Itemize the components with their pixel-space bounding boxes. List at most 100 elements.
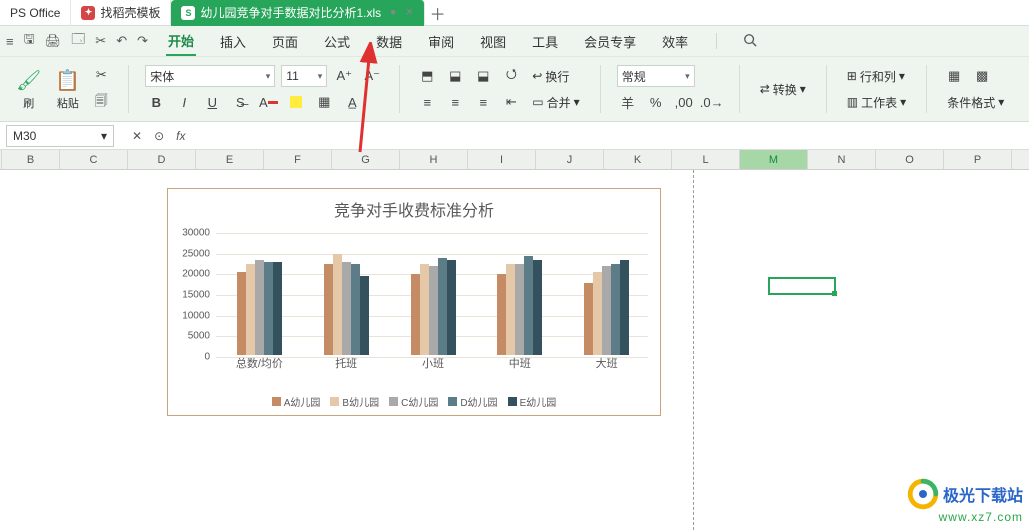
menu-icon[interactable]: ≡ xyxy=(6,34,14,49)
indent-icon[interactable]: ⇤ xyxy=(500,91,522,113)
align-right-icon[interactable]: ≡ xyxy=(472,91,494,113)
column-header[interactable]: M xyxy=(740,150,808,169)
ribbon-tab-review[interactable]: 审阅 xyxy=(426,28,456,55)
ribbon-tab-data[interactable]: 数据 xyxy=(374,28,404,55)
increase-font-icon[interactable]: A⁺ xyxy=(333,65,355,87)
separator xyxy=(739,65,740,113)
align-left-icon[interactable]: ≡ xyxy=(416,91,438,113)
align-top-icon[interactable]: ⬒ xyxy=(416,65,438,87)
print-icon[interactable]: 🖨 xyxy=(45,33,62,49)
align-bottom-icon[interactable]: ⬓ xyxy=(472,65,494,87)
fx-icon[interactable]: fx xyxy=(176,129,185,143)
ribbon-tab-view[interactable]: 视图 xyxy=(478,28,508,55)
column-header[interactable]: N xyxy=(808,150,876,169)
column-header[interactable]: K xyxy=(604,150,672,169)
scissors-icon[interactable]: ✂ xyxy=(90,64,112,86)
border-button[interactable]: ▦ xyxy=(313,91,335,113)
merge-button[interactable]: ▭ 合并▾ xyxy=(528,91,583,113)
copy-icon[interactable]: 🗐 xyxy=(90,92,112,114)
column-header[interactable]: I xyxy=(468,150,536,169)
cell-style-icon[interactable]: ▩ xyxy=(971,65,993,87)
save-icon[interactable]: 🖫 xyxy=(24,30,35,52)
column-header[interactable]: J xyxy=(536,150,604,169)
ribbon-tab-tools[interactable]: 工具 xyxy=(530,28,560,55)
ribbon-tab-insert[interactable]: 插入 xyxy=(218,28,248,55)
italic-button[interactable]: I xyxy=(173,91,195,113)
chart-bar xyxy=(351,264,360,355)
column-header[interactable]: D xyxy=(128,150,196,169)
embedded-chart[interactable]: 竞争对手收费标准分析 05000100001500020000250003000… xyxy=(167,188,661,416)
close-icon[interactable]: ✕ xyxy=(401,7,413,18)
chart-bar xyxy=(447,260,456,355)
brush-icon: 🖌 xyxy=(16,68,41,93)
currency-button[interactable]: 羊 xyxy=(617,91,639,113)
highlight-button[interactable] xyxy=(285,91,307,113)
ribbon-tab-efficiency[interactable]: 效率 xyxy=(660,28,690,55)
column-header[interactable]: H xyxy=(400,150,468,169)
chart-x-label: 大班 xyxy=(596,355,618,371)
new-tab-button[interactable]: ＋ xyxy=(425,1,451,25)
conditional-format-button[interactable]: 条件格式▾ xyxy=(943,91,1008,113)
chart-bar xyxy=(506,264,515,355)
paste-button[interactable]: 📋 粘贴 xyxy=(51,68,84,111)
chart-bar xyxy=(420,264,429,355)
chart-bar xyxy=(593,272,602,355)
ribbon-tab-start[interactable]: 开始 xyxy=(166,27,196,56)
comma-button[interactable]: ,00 xyxy=(673,91,695,113)
column-header[interactable]: F xyxy=(264,150,332,169)
font-size-select[interactable]: 11▾ xyxy=(281,65,327,87)
ribbon-tab-member[interactable]: 会员专享 xyxy=(582,28,638,55)
column-header[interactable]: P xyxy=(944,150,1012,169)
align-center-icon[interactable]: ≡ xyxy=(444,91,466,113)
format-painter-button[interactable]: 🖌 刷 xyxy=(12,68,45,111)
active-cell[interactable] xyxy=(768,277,836,295)
group-align: ⬒ ⬓ ⬓ ⭯ ↩ 换行 ≡ ≡ ≡ ⇤ ▭ 合并▾ xyxy=(408,61,591,117)
cancel-icon[interactable]: ✕ xyxy=(132,129,142,143)
bold-button[interactable]: B xyxy=(145,91,167,113)
font-color-button[interactable]: A xyxy=(257,91,279,113)
fill-color-button[interactable]: A̲ xyxy=(341,91,363,113)
number-format-select[interactable]: 常规▾ xyxy=(617,65,695,87)
column-header[interactable]: B xyxy=(2,150,60,169)
chart-bar xyxy=(324,264,333,355)
align-middle-icon[interactable]: ⬓ xyxy=(444,65,466,87)
convert-button[interactable]: ⇄ 转换▾ xyxy=(756,78,810,100)
wrap-text-button[interactable]: ↩ 换行 xyxy=(528,65,573,87)
percent-button[interactable]: % xyxy=(645,91,667,113)
column-header[interactable]: L xyxy=(672,150,740,169)
column-header[interactable]: G xyxy=(332,150,400,169)
orientation-icon[interactable]: ⭯ xyxy=(500,65,522,87)
chart-legend: A幼儿园B幼儿园C幼儿园D幼儿园E幼儿园 xyxy=(168,394,660,409)
tab-active-file[interactable]: S 幼儿园竞争对手数据对比分析1.xls ● ✕ xyxy=(171,0,424,26)
chart-bar xyxy=(620,260,629,355)
preview-icon[interactable]: 🗔 xyxy=(71,30,85,52)
tab-template[interactable]: ✦ 找稻壳模板 xyxy=(71,0,171,26)
name-box[interactable]: M30 ▾ xyxy=(6,125,114,147)
group-font: 宋体▾ 11▾ A⁺ A⁻ B I U S̶ A ▦ A̲ xyxy=(137,61,391,117)
column-header[interactable]: O xyxy=(876,150,944,169)
chart-bar xyxy=(584,283,593,355)
rowcol-button[interactable]: ⊞ 行和列▾ xyxy=(843,65,910,87)
ribbon-tab-formula[interactable]: 公式 xyxy=(322,28,352,55)
zoom-icon[interactable]: ⊙ xyxy=(154,129,164,143)
cut-icon[interactable]: ✂ xyxy=(95,33,106,49)
tab-label: 幼儿园竞争对手数据对比分析1.xls xyxy=(200,4,381,21)
font-name-select[interactable]: 宋体▾ xyxy=(145,65,275,87)
tab-wps-office[interactable]: PS Office xyxy=(0,0,71,26)
search-icon[interactable] xyxy=(743,33,797,50)
undo-icon[interactable]: ↶ xyxy=(116,33,127,49)
underline-button[interactable]: U xyxy=(201,91,223,113)
strike-button[interactable]: S̶ xyxy=(229,91,251,113)
quick-access-toolbar: ≡ 🖫 🖨 🗔 ✂ ↶ ↷ xyxy=(6,30,162,52)
decrease-font-icon[interactable]: A⁻ xyxy=(361,65,383,87)
ribbon-tab-page[interactable]: 页面 xyxy=(270,28,300,55)
worksheet-button[interactable]: ▥ 工作表▾ xyxy=(843,91,910,113)
chart-bar xyxy=(411,274,420,355)
spreadsheet-grid[interactable]: 竞争对手收费标准分析 05000100001500020000250003000… xyxy=(0,170,1029,530)
table-style-icon[interactable]: ▦ xyxy=(943,65,965,87)
chart-bar xyxy=(360,276,369,355)
decrease-decimal-button[interactable]: .0→ xyxy=(701,91,723,113)
column-header[interactable]: C xyxy=(60,150,128,169)
redo-icon[interactable]: ↷ xyxy=(137,33,148,49)
column-header[interactable]: E xyxy=(196,150,264,169)
